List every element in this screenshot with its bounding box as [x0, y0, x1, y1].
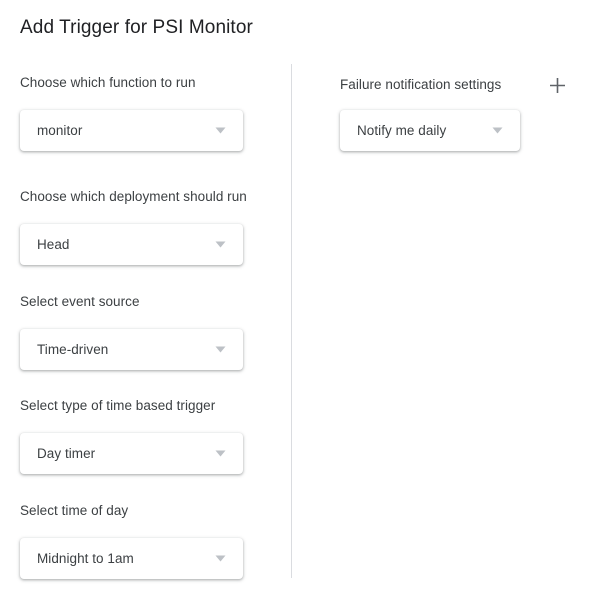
chevron-down-icon [209, 443, 231, 465]
chevron-down-icon [209, 339, 231, 361]
deployment-select-value: Head [37, 237, 70, 252]
time-trigger-type-select-value: Day timer [37, 446, 96, 461]
failure-notification-column: Failure notification settings Notify me … [292, 0, 600, 589]
failure-notification-field: Notify me daily [340, 110, 520, 151]
field-group-time-of-day: Select time of day Midnight to 1am [20, 502, 243, 579]
deployment-select[interactable]: Head [20, 224, 243, 265]
chevron-down-icon [209, 120, 231, 142]
field-label-deployment: Choose which deployment should run [20, 189, 247, 204]
field-group-time-trigger-type: Select type of time based trigger Day ti… [20, 397, 243, 474]
function-select-value: monitor [37, 123, 83, 138]
field-label-time-of-day: Select time of day [20, 503, 129, 518]
chevron-down-icon [209, 548, 231, 570]
field-group-deployment: Choose which deployment should run Head [20, 188, 247, 265]
failure-notification-select[interactable]: Notify me daily [340, 110, 520, 151]
function-select[interactable]: monitor [20, 110, 243, 151]
failure-notification-select-value: Notify me daily [357, 123, 447, 138]
event-source-select-value: Time-driven [37, 342, 109, 357]
field-label-event-source: Select event source [20, 294, 140, 309]
failure-notification-title: Failure notification settings [340, 77, 502, 92]
trigger-settings-column: Choose which function to run monitor Cho… [0, 0, 291, 589]
time-of-day-select[interactable]: Midnight to 1am [20, 538, 243, 579]
field-group-event-source: Select event source Time-driven [20, 293, 243, 370]
add-trigger-dialog: Add Trigger for PSI Monitor Choose which… [0, 0, 600, 589]
field-label-function: Choose which function to run [20, 75, 196, 90]
plus-icon[interactable] [546, 74, 568, 96]
time-trigger-type-select[interactable]: Day timer [20, 433, 243, 474]
time-of-day-select-value: Midnight to 1am [37, 551, 134, 566]
chevron-down-icon [486, 120, 508, 142]
failure-notification-header: Failure notification settings [340, 74, 568, 96]
field-group-function: Choose which function to run monitor [20, 74, 243, 151]
chevron-down-icon [209, 234, 231, 256]
field-label-time-trigger-type: Select type of time based trigger [20, 398, 216, 413]
event-source-select[interactable]: Time-driven [20, 329, 243, 370]
